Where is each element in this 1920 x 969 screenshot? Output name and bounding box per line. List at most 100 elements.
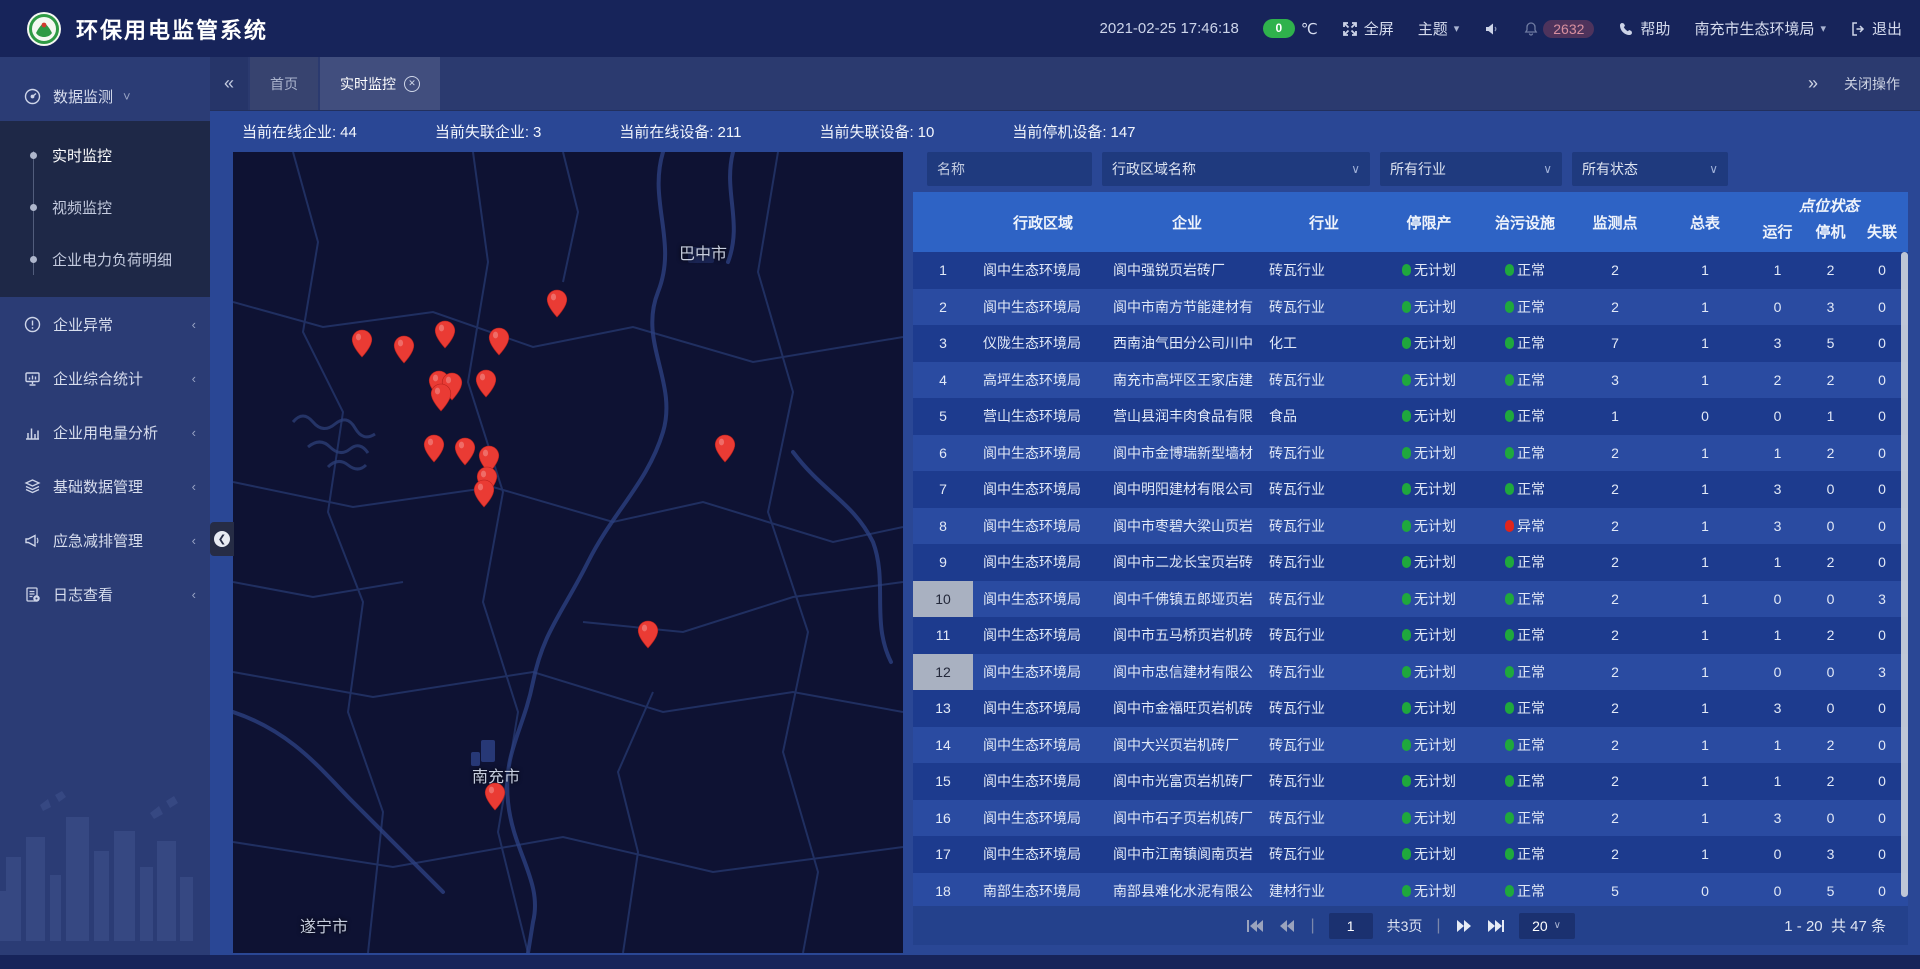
tab-bar: « 首页实时监控✕ » 关闭操作 (210, 57, 1920, 111)
page-input[interactable]: 1 (1329, 913, 1373, 939)
prev-page-icon[interactable] (1278, 919, 1296, 933)
table-row[interactable]: 8阆中生态环境局阆中市枣碧大梁山页岩砖瓦行业无计划异常21300 (913, 508, 1908, 545)
org-dropdown[interactable]: 南充市生态环境局▾ (1694, 18, 1826, 39)
cell-industry: 建材行业 (1261, 881, 1379, 901)
table-row[interactable]: 6阆中生态环境局阆中市金博瑞新型墙材砖瓦行业无计划正常21120 (913, 435, 1908, 472)
cell-no: 17 (913, 836, 973, 873)
sidebar-subitem-realtime-monitor[interactable]: 实时监控 (0, 129, 210, 181)
map-pin-icon[interactable] (454, 437, 476, 466)
sidebar-subitem-power-load-detail[interactable]: 企业电力负荷明细 (0, 233, 210, 285)
sidebar-item-emergency-reduction[interactable]: 应急减排管理‹ (0, 513, 210, 567)
app-logo-icon (26, 11, 62, 47)
table-row[interactable]: 16阆中生态环境局阆中市石子页岩机砖厂砖瓦行业无计划正常21300 (913, 800, 1908, 837)
table-row[interactable]: 18南部生态环境局南部县难化水泥有限公建材行业无计划正常50050 (913, 873, 1908, 907)
map-panel[interactable]: 巴中市南充市遂宁市 (233, 152, 903, 953)
map-pin-icon[interactable] (488, 327, 510, 356)
table-row[interactable]: 13阆中生态环境局阆中市金福旺页岩机砖砖瓦行业无计划正常21300 (913, 690, 1908, 727)
help-button[interactable]: 帮助 (1618, 18, 1670, 39)
cell-region: 阆中生态环境局 (973, 479, 1103, 499)
table-row[interactable]: 10阆中生态环境局阆中千佛镇五郎垭页岩砖瓦行业无计划正常21003 (913, 581, 1908, 618)
map-pin-icon[interactable] (484, 782, 506, 811)
sidebar-item-enterprise-abnormal[interactable]: 企业异常‹ (0, 297, 210, 351)
map-pin-icon[interactable] (475, 369, 497, 398)
cell-no: 4 (913, 362, 973, 399)
table-row[interactable]: 14阆中生态环境局阆中大兴页岩机砖厂砖瓦行业无计划正常21120 (913, 727, 1908, 764)
close-operations-button[interactable]: 关闭操作 (1844, 74, 1900, 94)
close-icon[interactable]: ✕ (404, 76, 420, 92)
first-page-icon[interactable] (1246, 919, 1264, 933)
table-row[interactable]: 7阆中生态环境局阆中明阳建材有限公司砖瓦行业无计划正常21300 (913, 471, 1908, 508)
cell-stop: 0 (1804, 591, 1857, 607)
tabs-scroll-left-icon[interactable]: « (210, 57, 248, 110)
table-row[interactable]: 1阆中生态环境局阆中强锐页岩砖厂砖瓦行业无计划正常21120 (913, 252, 1908, 289)
sound-button[interactable] (1483, 21, 1499, 37)
table-row[interactable]: 2阆中生态环境局阆中市南方节能建材有砖瓦行业无计划正常21030 (913, 289, 1908, 326)
cell-production: 无计划 (1379, 844, 1479, 864)
cell-region: 阆中生态环境局 (973, 771, 1103, 791)
app-title: 环保用电监管系统 (76, 13, 268, 45)
sidebar-item-label: 企业异常 (53, 314, 113, 335)
map-pin-icon[interactable] (393, 335, 415, 364)
tab-home[interactable]: 首页 (250, 57, 318, 110)
table-row[interactable]: 17阆中生态环境局阆中市江南镇阆南页岩砖瓦行业无计划正常21030 (913, 836, 1908, 873)
status-dot-green (1505, 885, 1514, 897)
last-page-icon[interactable] (1487, 919, 1505, 933)
table-row[interactable]: 15阆中生态环境局阆中市光富页岩机砖厂砖瓦行业无计划正常21120 (913, 763, 1908, 800)
table-row[interactable]: 5营山生态环境局营山县润丰肉食品有限食品无计划正常10010 (913, 398, 1908, 435)
map-pin-icon[interactable] (351, 329, 373, 358)
cell-industry: 砖瓦行业 (1261, 516, 1379, 536)
cell-region: 仪陇生态环境局 (973, 333, 1103, 353)
map-pin-icon[interactable] (434, 320, 456, 349)
logout-button[interactable]: 退出 (1850, 18, 1902, 39)
cell-run: 3 (1751, 518, 1804, 534)
bottom-strip (0, 955, 1920, 969)
phone-icon (1618, 21, 1634, 37)
sidebar-item-base-data[interactable]: 基础数据管理‹ (0, 459, 210, 513)
datetime: 2021-02-25 17:46:18 (1100, 20, 1239, 37)
map-pin-icon[interactable] (473, 479, 495, 508)
sidebar-item-enterprise-stats[interactable]: 企业综合统计‹ (0, 351, 210, 405)
sidebar-item-data-monitor[interactable]: 数据监测˅ (0, 71, 210, 121)
sidebar-subitem-video-monitor[interactable]: 视频监控 (0, 181, 210, 233)
cell-run: 1 (1751, 627, 1804, 643)
map-roads (233, 152, 903, 953)
fullscreen-button[interactable]: 全屏 (1342, 18, 1394, 39)
skyline-watermark (0, 791, 210, 941)
total-pages-label: 共3页 (1387, 916, 1423, 936)
cell-region: 阆中生态环境局 (973, 297, 1103, 317)
cell-stop: 0 (1804, 664, 1857, 680)
map-pin-icon[interactable] (423, 434, 445, 463)
page-size-select[interactable]: 20 ∨ (1519, 913, 1575, 939)
cell-run: 0 (1751, 299, 1804, 315)
map-pin-icon[interactable] (546, 289, 568, 318)
table-row[interactable]: 12阆中生态环境局阆中市忠信建材有限公砖瓦行业无计划正常21003 (913, 654, 1908, 691)
sidebar-item-log-view[interactable]: 日志查看‹ (0, 567, 210, 621)
table-row[interactable]: 3仪陇生态环境局西南油气田分公司川中化工无计划正常71350 (913, 325, 1908, 362)
theme-dropdown[interactable]: 主题▾ (1418, 18, 1460, 39)
map-pin-icon[interactable] (430, 383, 452, 412)
cell-no: 10 (913, 581, 973, 618)
cell-company: 阆中市石子页岩机砖厂 (1103, 808, 1261, 828)
stat-item: 当前在线企业:44 (242, 121, 357, 142)
map-pin-icon[interactable] (637, 620, 659, 649)
notification-bell[interactable]: 2632 (1523, 20, 1594, 38)
name-search-input[interactable]: 名称 (927, 152, 1092, 186)
next-page-icon[interactable] (1455, 919, 1473, 933)
chevron-left-icon: ‹ (192, 587, 196, 602)
sidebar-item-power-analysis[interactable]: 企业用电量分析‹ (0, 405, 210, 459)
cell-run: 0 (1751, 591, 1804, 607)
table-row[interactable]: 4高坪生态环境局南充市高坪区王家店建砖瓦行业无计划正常31220 (913, 362, 1908, 399)
map-pin-icon[interactable] (714, 434, 736, 463)
table-scrollbar[interactable] (1901, 252, 1908, 897)
table-row[interactable]: 9阆中生态环境局阆中市二龙长宝页岩砖砖瓦行业无计划正常21120 (913, 544, 1908, 581)
industry-select[interactable]: 所有行业 ∨ (1380, 152, 1562, 186)
region-select[interactable]: 行政区域名称 ∨ (1102, 152, 1370, 186)
table-row[interactable]: 11阆中生态环境局阆中市五马桥页岩机砖砖瓦行业无计划正常21120 (913, 617, 1908, 654)
col-company: 企业 (1103, 192, 1261, 252)
status-select[interactable]: 所有状态 ∨ (1572, 152, 1728, 186)
cell-company: 阆中明阳建材有限公司 (1103, 479, 1261, 499)
tab-realtime[interactable]: 实时监控✕ (320, 57, 440, 110)
map-collapse-handle[interactable]: ❮ (210, 522, 234, 556)
tabs-scroll-right-icon[interactable]: » (1808, 73, 1818, 94)
cell-points: 1 (1571, 408, 1659, 424)
